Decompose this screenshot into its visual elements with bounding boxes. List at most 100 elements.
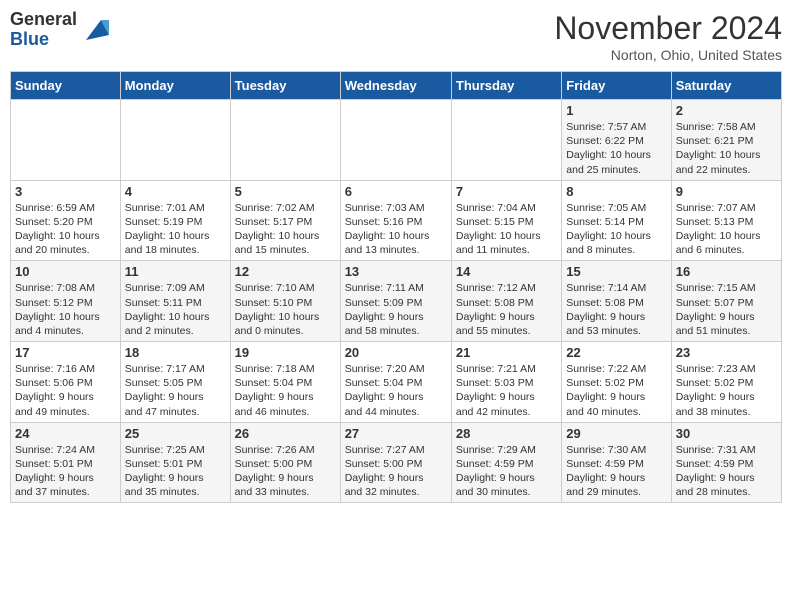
calendar-cell: 30 Sunrise: 7:31 AM Sunset: 4:59 PM Dayli… <box>671 422 781 503</box>
day-number: 3 <box>15 184 116 199</box>
calendar-cell <box>11 100 121 181</box>
weekday-header-thursday: Thursday <box>451 72 561 100</box>
day-number: 16 <box>676 264 777 279</box>
day-info: Sunrise: 7:04 AM Sunset: 5:15 PM Dayligh… <box>456 201 557 258</box>
day-number: 6 <box>345 184 447 199</box>
day-number: 22 <box>566 345 666 360</box>
day-number: 2 <box>676 103 777 118</box>
day-info: Sunrise: 7:26 AM Sunset: 5:00 PM Dayligh… <box>235 443 336 500</box>
day-info: Sunrise: 6:59 AM Sunset: 5:20 PM Dayligh… <box>15 201 116 258</box>
calendar-week-5: 24 Sunrise: 7:24 AM Sunset: 5:01 PM Dayli… <box>11 422 782 503</box>
calendar-cell: 21Sunrise: 7:21 AM Sunset: 5:03 PM Dayli… <box>451 342 561 423</box>
day-number: 7 <box>456 184 557 199</box>
logo-general-text: General <box>10 10 77 30</box>
day-info: Sunrise: 7:12 AM Sunset: 5:08 PM Dayligh… <box>456 281 557 338</box>
day-info: Sunrise: 7:16 AM Sunset: 5:06 PM Dayligh… <box>15 362 116 419</box>
weekday-header-tuesday: Tuesday <box>230 72 340 100</box>
calendar-cell: 4 Sunrise: 7:01 AM Sunset: 5:19 PM Daylig… <box>120 180 230 261</box>
calendar-cell <box>120 100 230 181</box>
day-number: 4 <box>125 184 226 199</box>
calendar-cell: 16 Sunrise: 7:15 AM Sunset: 5:07 PM Dayli… <box>671 261 781 342</box>
weekday-header-saturday: Saturday <box>671 72 781 100</box>
day-number: 30 <box>676 426 777 441</box>
day-info: Sunrise: 7:05 AM Sunset: 5:14 PM Dayligh… <box>566 201 666 258</box>
day-number: 14 <box>456 264 557 279</box>
calendar-cell: 5Sunrise: 7:02 AM Sunset: 5:17 PM Daylig… <box>230 180 340 261</box>
logo: General Blue <box>10 10 111 50</box>
calendar-cell: 28Sunrise: 7:29 AM Sunset: 4:59 PM Dayli… <box>451 422 561 503</box>
logo-icon <box>81 15 111 45</box>
day-info: Sunrise: 7:22 AM Sunset: 5:02 PM Dayligh… <box>566 362 666 419</box>
day-number: 21 <box>456 345 557 360</box>
day-info: Sunrise: 7:24 AM Sunset: 5:01 PM Dayligh… <box>15 443 116 500</box>
month-title: November 2024 <box>554 10 782 47</box>
day-info: Sunrise: 7:57 AM Sunset: 6:22 PM Dayligh… <box>566 120 666 177</box>
calendar-cell: 29Sunrise: 7:30 AM Sunset: 4:59 PM Dayli… <box>562 422 671 503</box>
calendar-week-1: 1 Sunrise: 7:57 AM Sunset: 6:22 PM Daylig… <box>11 100 782 181</box>
day-number: 20 <box>345 345 447 360</box>
calendar-cell: 26 Sunrise: 7:26 AM Sunset: 5:00 PM Dayli… <box>230 422 340 503</box>
day-info: Sunrise: 7:10 AM Sunset: 5:10 PM Dayligh… <box>235 281 336 338</box>
calendar-cell <box>340 100 451 181</box>
day-number: 18 <box>125 345 226 360</box>
calendar-cell: 17 Sunrise: 7:16 AM Sunset: 5:06 PM Dayli… <box>11 342 121 423</box>
day-number: 1 <box>566 103 666 118</box>
day-number: 23 <box>676 345 777 360</box>
calendar-cell: 2 Sunrise: 7:58 AM Sunset: 6:21 PM Daylig… <box>671 100 781 181</box>
calendar-cell <box>451 100 561 181</box>
calendar-cell: 27 Sunrise: 7:27 AM Sunset: 5:00 PM Dayli… <box>340 422 451 503</box>
day-info: Sunrise: 7:18 AM Sunset: 5:04 PM Dayligh… <box>235 362 336 419</box>
day-info: Sunrise: 7:31 AM Sunset: 4:59 PM Dayligh… <box>676 443 777 500</box>
calendar-cell: 14 Sunrise: 7:12 AM Sunset: 5:08 PM Dayli… <box>451 261 561 342</box>
day-info: Sunrise: 7:03 AM Sunset: 5:16 PM Dayligh… <box>345 201 447 258</box>
day-number: 9 <box>676 184 777 199</box>
day-info: Sunrise: 7:14 AM Sunset: 5:08 PM Dayligh… <box>566 281 666 338</box>
day-info: Sunrise: 7:25 AM Sunset: 5:01 PM Dayligh… <box>125 443 226 500</box>
day-number: 26 <box>235 426 336 441</box>
day-number: 10 <box>15 264 116 279</box>
day-info: Sunrise: 7:08 AM Sunset: 5:12 PM Dayligh… <box>15 281 116 338</box>
calendar-cell: 15Sunrise: 7:14 AM Sunset: 5:08 PM Dayli… <box>562 261 671 342</box>
day-info: Sunrise: 7:29 AM Sunset: 4:59 PM Dayligh… <box>456 443 557 500</box>
day-info: Sunrise: 7:58 AM Sunset: 6:21 PM Dayligh… <box>676 120 777 177</box>
day-info: Sunrise: 7:02 AM Sunset: 5:17 PM Dayligh… <box>235 201 336 258</box>
day-number: 17 <box>15 345 116 360</box>
calendar-cell: 7 Sunrise: 7:04 AM Sunset: 5:15 PM Daylig… <box>451 180 561 261</box>
calendar-cell: 3 Sunrise: 6:59 AM Sunset: 5:20 PM Daylig… <box>11 180 121 261</box>
day-info: Sunrise: 7:01 AM Sunset: 5:19 PM Dayligh… <box>125 201 226 258</box>
calendar-cell <box>230 100 340 181</box>
weekday-header-wednesday: Wednesday <box>340 72 451 100</box>
day-number: 25 <box>125 426 226 441</box>
day-number: 11 <box>125 264 226 279</box>
day-number: 8 <box>566 184 666 199</box>
day-info: Sunrise: 7:07 AM Sunset: 5:13 PM Dayligh… <box>676 201 777 258</box>
calendar-cell: 12 Sunrise: 7:10 AM Sunset: 5:10 PM Dayli… <box>230 261 340 342</box>
day-number: 19 <box>235 345 336 360</box>
calendar-cell: 19 Sunrise: 7:18 AM Sunset: 5:04 PM Dayli… <box>230 342 340 423</box>
weekday-header-monday: Monday <box>120 72 230 100</box>
calendar-cell: 6 Sunrise: 7:03 AM Sunset: 5:16 PM Daylig… <box>340 180 451 261</box>
calendar-week-4: 17 Sunrise: 7:16 AM Sunset: 5:06 PM Dayli… <box>11 342 782 423</box>
day-info: Sunrise: 7:09 AM Sunset: 5:11 PM Dayligh… <box>125 281 226 338</box>
calendar-cell: 23Sunrise: 7:23 AM Sunset: 5:02 PM Dayli… <box>671 342 781 423</box>
calendar-cell: 18Sunrise: 7:17 AM Sunset: 5:05 PM Dayli… <box>120 342 230 423</box>
calendar-week-3: 10 Sunrise: 7:08 AM Sunset: 5:12 PM Dayli… <box>11 261 782 342</box>
calendar-cell: 20Sunrise: 7:20 AM Sunset: 5:04 PM Dayli… <box>340 342 451 423</box>
day-number: 24 <box>15 426 116 441</box>
day-info: Sunrise: 7:15 AM Sunset: 5:07 PM Dayligh… <box>676 281 777 338</box>
calendar-cell: 1 Sunrise: 7:57 AM Sunset: 6:22 PM Daylig… <box>562 100 671 181</box>
calendar-cell: 22 Sunrise: 7:22 AM Sunset: 5:02 PM Dayli… <box>562 342 671 423</box>
calendar-cell: 11 Sunrise: 7:09 AM Sunset: 5:11 PM Dayli… <box>120 261 230 342</box>
weekday-header-friday: Friday <box>562 72 671 100</box>
calendar-cell: 25 Sunrise: 7:25 AM Sunset: 5:01 PM Dayli… <box>120 422 230 503</box>
day-info: Sunrise: 7:27 AM Sunset: 5:00 PM Dayligh… <box>345 443 447 500</box>
weekday-header-sunday: Sunday <box>11 72 121 100</box>
calendar-cell: 9 Sunrise: 7:07 AM Sunset: 5:13 PM Daylig… <box>671 180 781 261</box>
day-number: 27 <box>345 426 447 441</box>
day-info: Sunrise: 7:30 AM Sunset: 4:59 PM Dayligh… <box>566 443 666 500</box>
location: Norton, Ohio, United States <box>554 47 782 63</box>
day-number: 12 <box>235 264 336 279</box>
title-block: November 2024 Norton, Ohio, United State… <box>554 10 782 63</box>
calendar-table: SundayMondayTuesdayWednesdayThursdayFrid… <box>10 71 782 503</box>
day-number: 13 <box>345 264 447 279</box>
